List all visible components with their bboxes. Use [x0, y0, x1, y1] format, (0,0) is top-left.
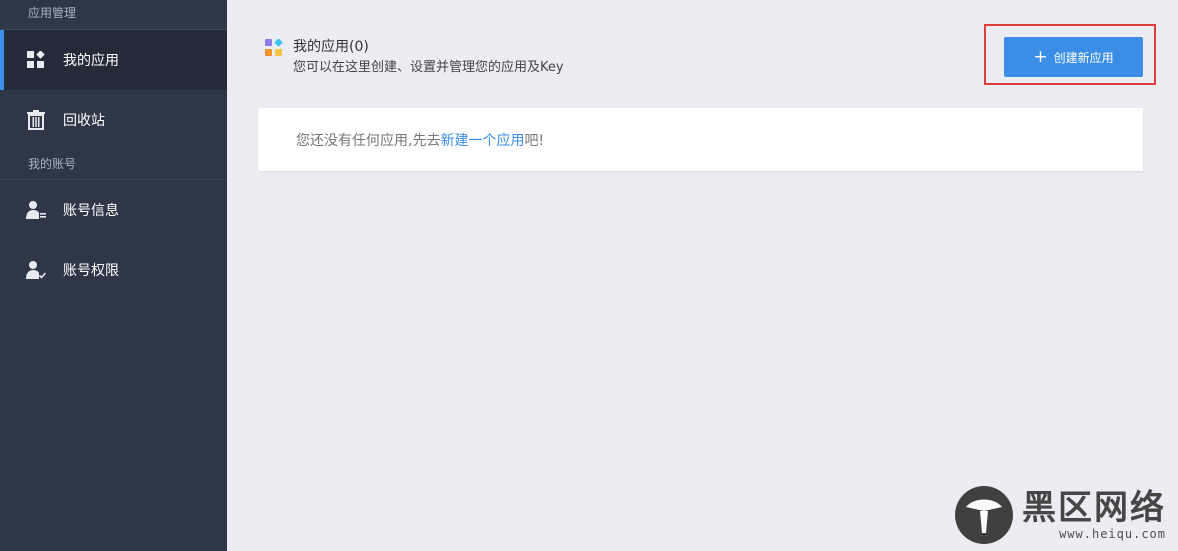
main-content: 我的应用(0) 您可以在这里创建、设置并管理您的应用及Key + 创建新应用 您…	[227, 0, 1178, 551]
plus-icon: +	[1033, 46, 1048, 67]
sidebar-section-apps: 应用管理	[0, 0, 227, 30]
user-info-icon	[26, 200, 46, 220]
page-header: 我的应用(0) 您可以在这里创建、设置并管理您的应用及Key	[265, 37, 564, 77]
sidebar: 应用管理 我的应用 回收站 我的账号 账号信息 账号权限	[0, 0, 227, 551]
user-check-icon	[26, 260, 46, 280]
sidebar-item-label: 我的应用	[63, 53, 119, 69]
empty-state-prefix: 您还没有任何应用,先去	[296, 132, 441, 149]
watermark-logo-icon	[954, 485, 1014, 545]
sidebar-item-recycle-bin[interactable]: 回收站	[0, 90, 227, 150]
apps-grid-icon	[26, 50, 46, 70]
page-subtitle: 您可以在这里创建、设置并管理您的应用及Key	[293, 60, 564, 75]
sidebar-item-label: 账号信息	[63, 203, 119, 219]
create-app-link[interactable]: 新建一个应用	[440, 130, 524, 150]
create-app-button[interactable]: + 创建新应用	[1004, 37, 1143, 77]
empty-state-card: 您还没有任何应用,先去 新建一个应用 吧!	[258, 108, 1143, 171]
watermark: 黑区网络 www.heiqu.com	[954, 485, 1166, 545]
sidebar-item-account-info[interactable]: 账号信息	[0, 180, 227, 240]
watermark-url: www.heiqu.com	[1059, 527, 1166, 541]
sidebar-item-account-permissions[interactable]: 账号权限	[0, 240, 227, 300]
watermark-text: 黑区网络 www.heiqu.com	[1022, 489, 1166, 541]
app-root: 应用管理 我的应用 回收站 我的账号 账号信息 账号权限 我的应用(0) 您可以…	[0, 0, 1178, 551]
watermark-name: 黑区网络	[1022, 488, 1166, 528]
sidebar-item-label: 账号权限	[63, 263, 119, 279]
create-button-highlight: + 创建新应用	[984, 24, 1156, 85]
page-title: 我的应用(0)	[293, 39, 369, 55]
sidebar-section-account: 我的账号	[0, 150, 227, 180]
empty-state-suffix: 吧!	[524, 132, 545, 149]
create-app-label: 创建新应用	[1053, 50, 1114, 65]
sidebar-item-label: 回收站	[63, 113, 105, 129]
apps-colorful-icon	[265, 38, 283, 57]
trash-icon	[26, 110, 46, 130]
sidebar-item-my-apps[interactable]: 我的应用	[0, 30, 227, 90]
header-text: 我的应用(0) 您可以在这里创建、设置并管理您的应用及Key	[293, 37, 564, 77]
